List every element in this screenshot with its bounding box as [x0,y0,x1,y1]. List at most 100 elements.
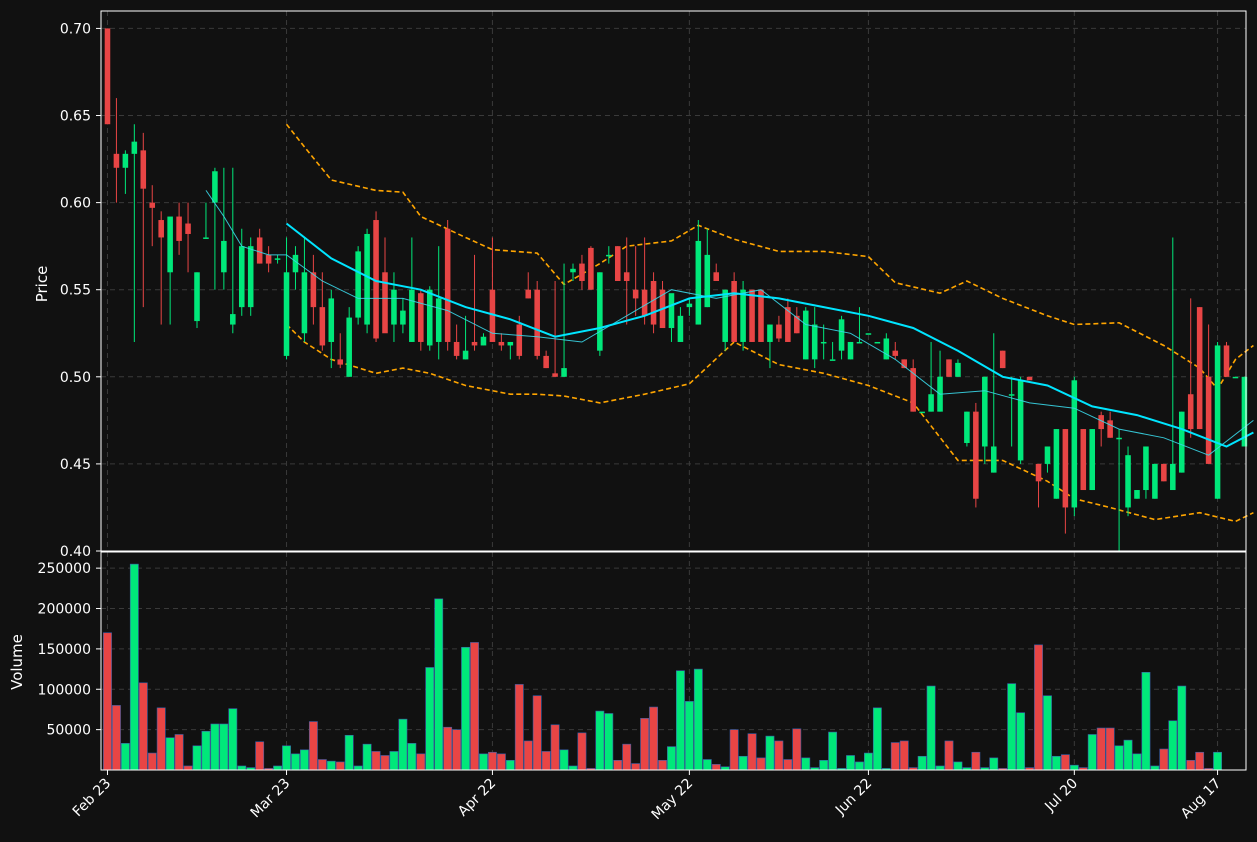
volume-bar [147,752,157,771]
candle-up [865,333,872,335]
candle-up [829,359,836,361]
candle-up [1152,463,1158,499]
candle-down [713,272,720,281]
volume-bar [783,759,793,771]
candle-up [426,289,433,346]
volume-bar [1132,753,1142,771]
candle-down [999,350,1006,369]
volume-bar [1186,760,1196,771]
volume-bar [398,718,408,771]
candle-up [221,240,227,273]
volume-bar [1052,755,1061,771]
volume-bar [568,765,578,771]
volume-bar [747,733,757,771]
candle-down [614,246,621,281]
candle-up [990,446,997,473]
volume-bar [1114,745,1124,771]
volume-tick-label: 50000 [46,723,91,739]
price-tick-label: 0.65 [60,109,91,125]
volume-bar [631,763,641,771]
volume-bar [273,765,282,771]
chart-background [0,0,1257,842]
volume-bar [282,745,291,771]
volume-tick-label: 100000 [38,682,91,698]
volume-tick-label: 250000 [38,561,91,577]
candle-up [677,315,684,342]
volume-bar [514,684,524,771]
candle-down [731,281,737,342]
candle-up [1089,429,1096,491]
volume-bar [291,753,300,771]
candle-up [364,233,370,325]
candle-down [588,247,594,290]
volume-bar [649,706,658,771]
candle-up [883,338,890,360]
candle-up [507,341,514,346]
candle-up [346,317,352,377]
volume-bar [308,721,318,771]
candle-up [409,289,415,342]
volume-bar [1016,712,1026,771]
candle-up [811,324,818,360]
candle-up [668,293,675,329]
candle-up [928,394,934,412]
candle-down [543,355,549,369]
candle-up [686,303,693,308]
candle-up [292,254,299,273]
candle-down [749,289,755,342]
candle-up [212,171,218,203]
candle-up [355,251,361,318]
candle-down [310,272,317,308]
volume-bar [165,737,175,771]
candle-up [122,153,129,168]
volume-bar [622,743,632,771]
candle-up [802,310,809,360]
candle-up [435,298,442,342]
candle-up [194,272,200,322]
volume-bar [792,728,802,771]
candle-down [1035,463,1042,482]
candle-down [892,350,899,356]
volume-tick-label: 150000 [38,642,91,658]
volume-bar [801,757,811,771]
volume-bar [1034,644,1043,771]
volume-bar [559,749,569,771]
candle-up [1044,446,1051,464]
volume-bar [971,751,981,771]
volume-bar [505,760,515,771]
candle-up [230,314,236,325]
candle-down [1026,376,1033,381]
volume-bar [828,731,838,771]
volume-bar [255,741,265,771]
volume-bar [317,759,327,771]
candle-up [480,336,487,346]
candle-up [695,240,702,325]
volume-bar [774,740,784,771]
volume-bar [210,723,220,771]
candle-up [919,411,925,414]
stock-chart: 0.40 0.45 0.50 0.55 0.60 0.65 0.70 Price 50000… [0,0,1257,842]
price-tick-label: 0.60 [60,196,91,212]
volume-bar [523,740,533,771]
candle-down [319,307,326,346]
candle-down [516,324,523,356]
price-tick-label: 0.70 [60,21,91,37]
candle-down [946,359,952,377]
volume-bar [452,729,462,771]
candle-down [1080,429,1087,491]
volume-bar [237,765,247,771]
volume-bar [1123,739,1133,771]
volume-bar [1087,734,1097,771]
candle-up [1053,429,1060,499]
volume-bar [461,646,470,771]
candle-down [1107,420,1113,438]
volume-bar [1069,764,1079,771]
volume-bar [112,705,121,771]
candle-down [337,359,344,365]
candle-down [453,341,460,356]
volume-bar [1177,685,1187,771]
volume-bar [326,760,336,771]
candle-up [247,246,254,308]
volume-bar [201,730,211,771]
volume-bar [577,732,587,771]
